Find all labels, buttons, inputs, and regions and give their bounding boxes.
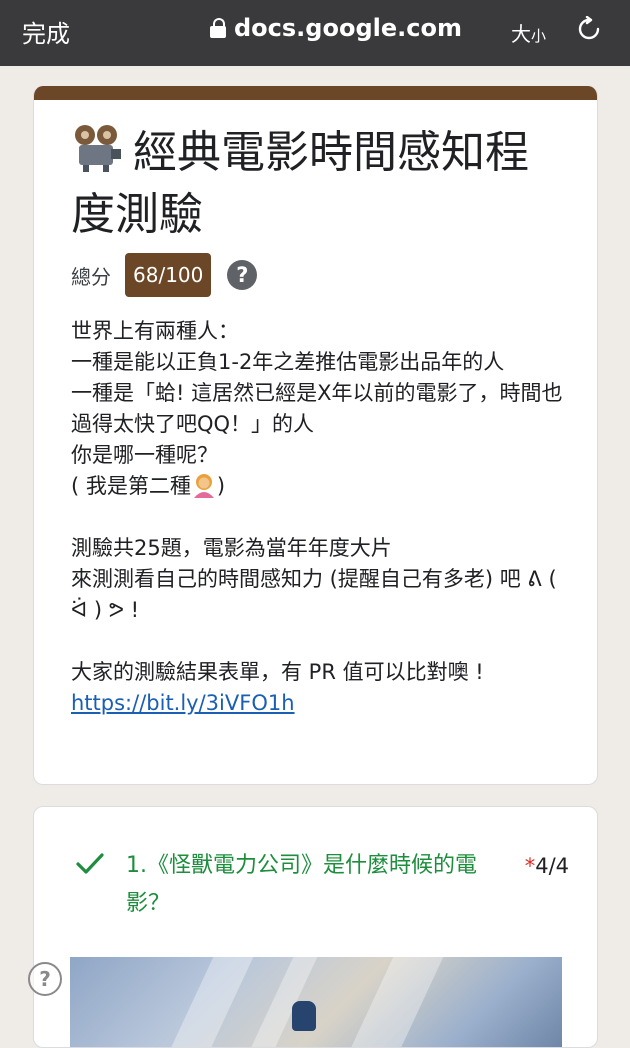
form-description: 世界上有兩種人： 一種是能以正負1-2年之差推估電影出品年的人 一種是「蛤! 這… (71, 319, 563, 715)
address-bar[interactable]: docs.google.com (210, 14, 462, 42)
score-help-icon[interactable]: ? (227, 260, 258, 290)
question-score: *4/4 (524, 854, 569, 878)
text-size-button[interactable]: 大小 (511, 18, 546, 47)
done-button[interactable]: 完成 (22, 14, 70, 49)
question-title: 1.《怪獸電力公司》是什麼時候的電影？ (126, 853, 477, 916)
score-label: 總分 (71, 264, 111, 289)
woman-tipping-hand-emoji-icon (193, 474, 214, 498)
form-header-card: 經典電影時間感知程度測驗 總分 68/100 ? 世界上有兩種人： 一種是能以正… (33, 86, 598, 785)
required-asterisk: * (524, 854, 536, 878)
question-image (70, 957, 562, 1047)
form-title: 經典電影時間感知程度測驗 (71, 122, 571, 246)
browser-toolbar: 完成 docs.google.com 大小 (0, 0, 630, 66)
reload-icon[interactable] (576, 16, 602, 42)
score-badge: 68/100 (125, 253, 212, 297)
total-score-row: 總分 68/100 ? (71, 252, 258, 298)
film-projector-icon (75, 125, 121, 172)
url-text: docs.google.com (234, 14, 462, 42)
lock-icon (210, 18, 226, 38)
question-card: 1.《怪獸電力公司》是什麼時候的電影？ *4/4 (33, 806, 598, 1048)
header-color-band (34, 86, 597, 100)
results-link[interactable]: https://bit.ly/3iVFO1h (71, 691, 295, 715)
floating-help-icon[interactable]: ? (28, 962, 62, 996)
correct-check-icon (76, 853, 104, 874)
